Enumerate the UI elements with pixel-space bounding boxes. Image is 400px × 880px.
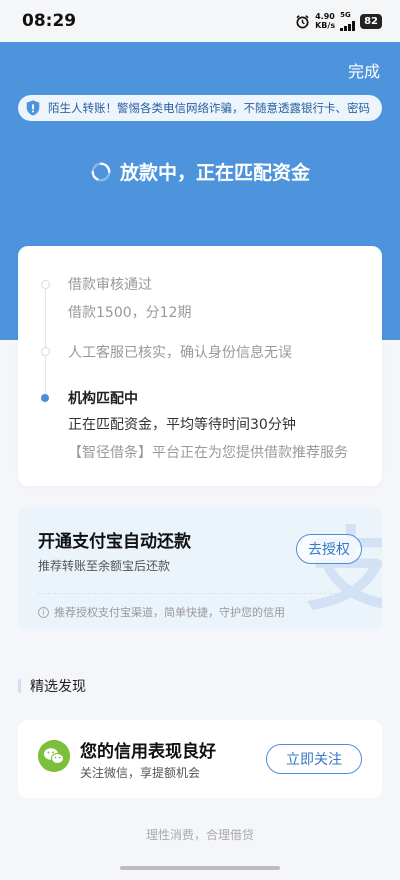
authorize-button[interactable]: 去授权 [296, 534, 362, 564]
loan-status: 放款中，正在匹配资金 [0, 158, 400, 185]
signal-icon [340, 19, 356, 31]
loading-icon [91, 162, 111, 181]
step-identity-verified: 人工客服已核实，确认身份信息无误 [68, 342, 292, 362]
info-icon: i [38, 606, 49, 618]
progress-card: 借款审核通过 借款1500，分12期 人工客服已核实，确认身份信息无误 机构匹配… [18, 246, 382, 486]
footer-slogan: 理性消费，合理借贷 [145, 828, 254, 842]
alipay-tip: i 推荐授权支付宝渠道，简单快捷，守护您的信用 [38, 604, 285, 620]
done-button[interactable]: 完成 [348, 58, 380, 82]
step-subtitle: 借款1500，分12期 [68, 305, 192, 321]
divider [38, 593, 362, 594]
home-indicator[interactable] [120, 866, 280, 870]
step-review-passed: 借款审核通过 借款1500，分12期 [68, 274, 191, 322]
alarm-icon [296, 14, 309, 28]
step-dot-active [41, 394, 49, 402]
network-type: 5G [340, 11, 351, 19]
step-matching: 机构匹配中 正在匹配资金，平均等待时间30分钟 【智径借条】平台正在为您提供借款… [68, 388, 348, 462]
status-bar: 08:29 4.90 KB/s 5G 82 [0, 0, 400, 42]
alipay-autopay-card: 支 开通支付宝自动还款 推荐转账至余额宝后还款 去授权 i 推荐授权支付宝渠道，… [18, 507, 382, 631]
network-speed: 4.90 KB/s [315, 12, 335, 30]
wechat-follow-card: 您的信用表现良好 关注微信，享提额机会 立即关注 [18, 720, 382, 798]
alipay-tip-text: 推荐授权支付宝渠道，简单快捷，守护您的信用 [54, 606, 285, 619]
step-subtitle-2: 【智径借条】平台正在为您提供借款推荐服务 [68, 445, 348, 461]
section-marker [18, 679, 21, 693]
alipay-card-desc: 推荐转账至余额宝后还款 [38, 559, 171, 573]
signal-group: 5G [340, 11, 356, 31]
section-title-text: 精选发现 [30, 679, 86, 695]
fraud-warning-banner: 陌生人转账！警惕各类电信网络诈骗，不随意透露银行卡、密码 [18, 95, 382, 121]
speed-value: 4.90 [315, 12, 335, 21]
timeline-line [45, 284, 46, 396]
credit-card-desc: 关注微信，享提额机会 [80, 766, 201, 780]
fraud-warning-text: 陌生人转账！警惕各类电信网络诈骗，不随意透露银行卡、密码 [48, 101, 370, 115]
follow-now-button[interactable]: 立即关注 [266, 744, 362, 774]
step-dot [41, 280, 50, 289]
shield-icon [26, 100, 40, 116]
step-subtitle: 正在匹配资金，平均等待时间30分钟 [68, 417, 296, 433]
status-time: 08:29 [22, 11, 77, 31]
loan-status-text: 放款中，正在匹配资金 [119, 162, 310, 184]
speed-unit: KB/s [315, 21, 336, 30]
step-title: 人工客服已核实，确认身份信息无误 [68, 345, 292, 361]
step-title: 机构匹配中 [68, 391, 138, 407]
step-title: 借款审核通过 [68, 277, 152, 293]
status-icons: 4.90 KB/s 5G 82 [295, 11, 382, 31]
wechat-icon [38, 740, 70, 772]
alipay-watermark: 支 [306, 518, 382, 623]
section-title: 精选发现 [18, 676, 86, 696]
credit-card-title: 您的信用表现良好 [80, 742, 216, 762]
alipay-card-title: 开通支付宝自动还款 [38, 532, 191, 552]
step-dot [41, 347, 50, 356]
battery-icon: 82 [360, 13, 382, 29]
